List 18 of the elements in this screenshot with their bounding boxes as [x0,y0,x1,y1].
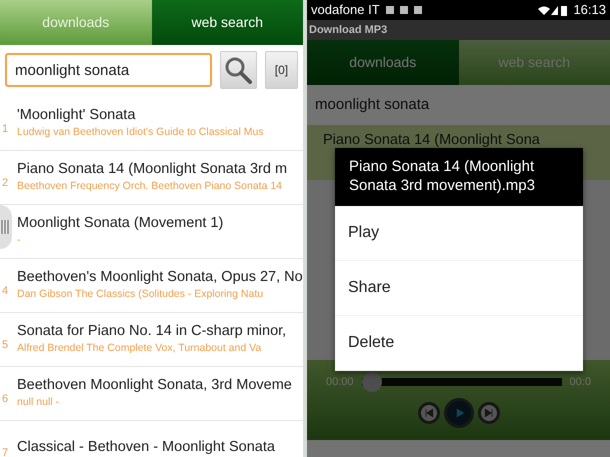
total-time: 00:0 [570,374,591,390]
row-number: 7 [1,446,10,457]
song-subtitle: Beethoven Frequency Orch. Beethoven Piano Sonata 14 [17,179,284,194]
song-subtitle: - [17,233,22,248]
row-number: 2 [1,176,10,192]
row-number: 1 [1,122,10,138]
row-number: 5 [1,338,10,354]
dialog-title: Piano Sonata 14 (Moonlight Sonata 3rd movement).mp3 [335,148,583,206]
elapsed-time: 00:00 [326,374,354,390]
row-number: 4 [1,284,10,300]
carrier-name: vodafone IT [311,1,380,20]
app-title: Download MP3 [307,20,610,40]
clock-time: 16:13 [573,1,606,20]
song-subtitle: Ludwig van Beethoven Idiot's Guide to Classical Mus [17,125,264,140]
song-subtitle: Alfred Brendel The Complete Vox, Turnabout and Va [17,341,262,356]
row-number: 6 [1,392,10,408]
song-subtitle: Dan Gibson The Classics (Solitudes - Exploring Natu [17,287,264,302]
song-subtitle: null null - [17,395,60,410]
